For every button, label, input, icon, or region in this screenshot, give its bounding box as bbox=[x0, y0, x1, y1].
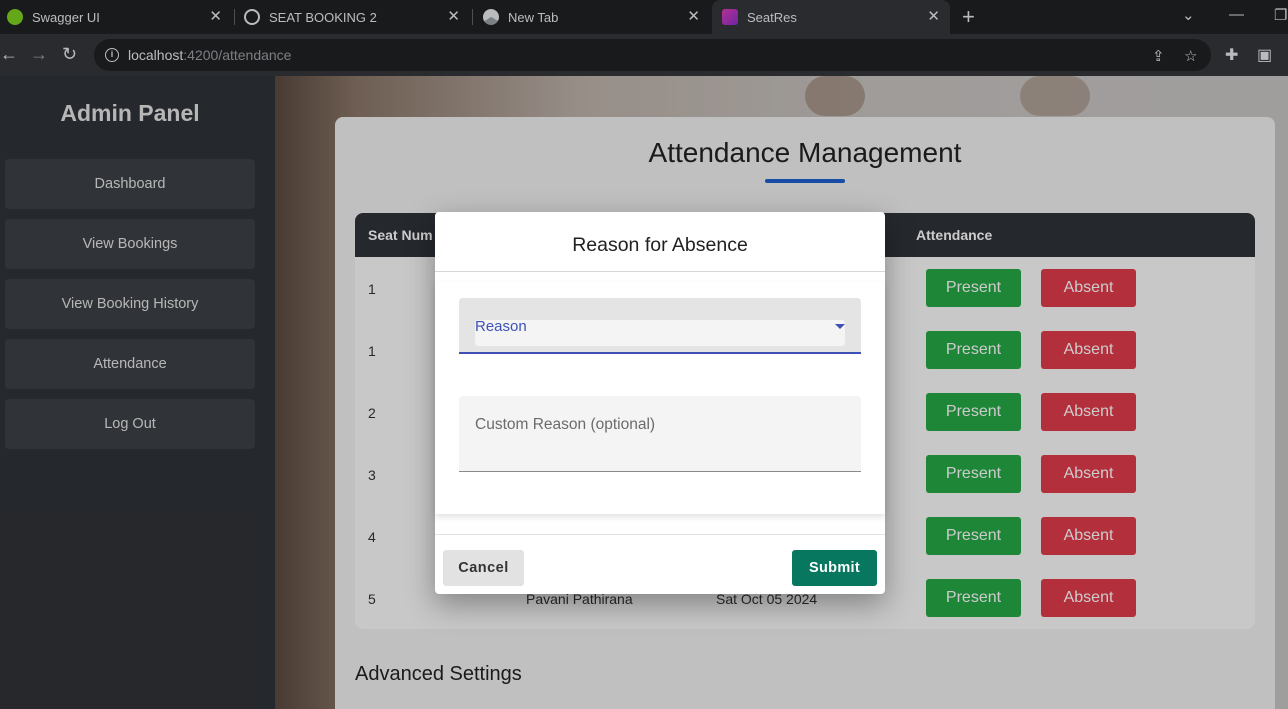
custom-reason-label: Custom Reason (optional) bbox=[475, 416, 656, 433]
custom-reason-input[interactable]: Custom Reason (optional) bbox=[459, 396, 861, 472]
cancel-button[interactable]: Cancel bbox=[443, 550, 524, 586]
reason-select-label: Reason bbox=[475, 318, 527, 335]
dialog-divider bbox=[435, 271, 885, 272]
reason-select[interactable]: Reason bbox=[459, 298, 861, 354]
dialog-body: Reason Custom Reason (optional) bbox=[435, 282, 885, 514]
submit-button[interactable]: Submit bbox=[792, 550, 877, 586]
absence-reason-dialog: Reason for Absence Reason Custom Reason … bbox=[435, 212, 885, 594]
dropdown-arrow-icon bbox=[835, 324, 845, 329]
select-value-area bbox=[475, 320, 845, 346]
dialog-title: Reason for Absence bbox=[572, 234, 748, 256]
dialog-footer-divider bbox=[435, 534, 885, 535]
